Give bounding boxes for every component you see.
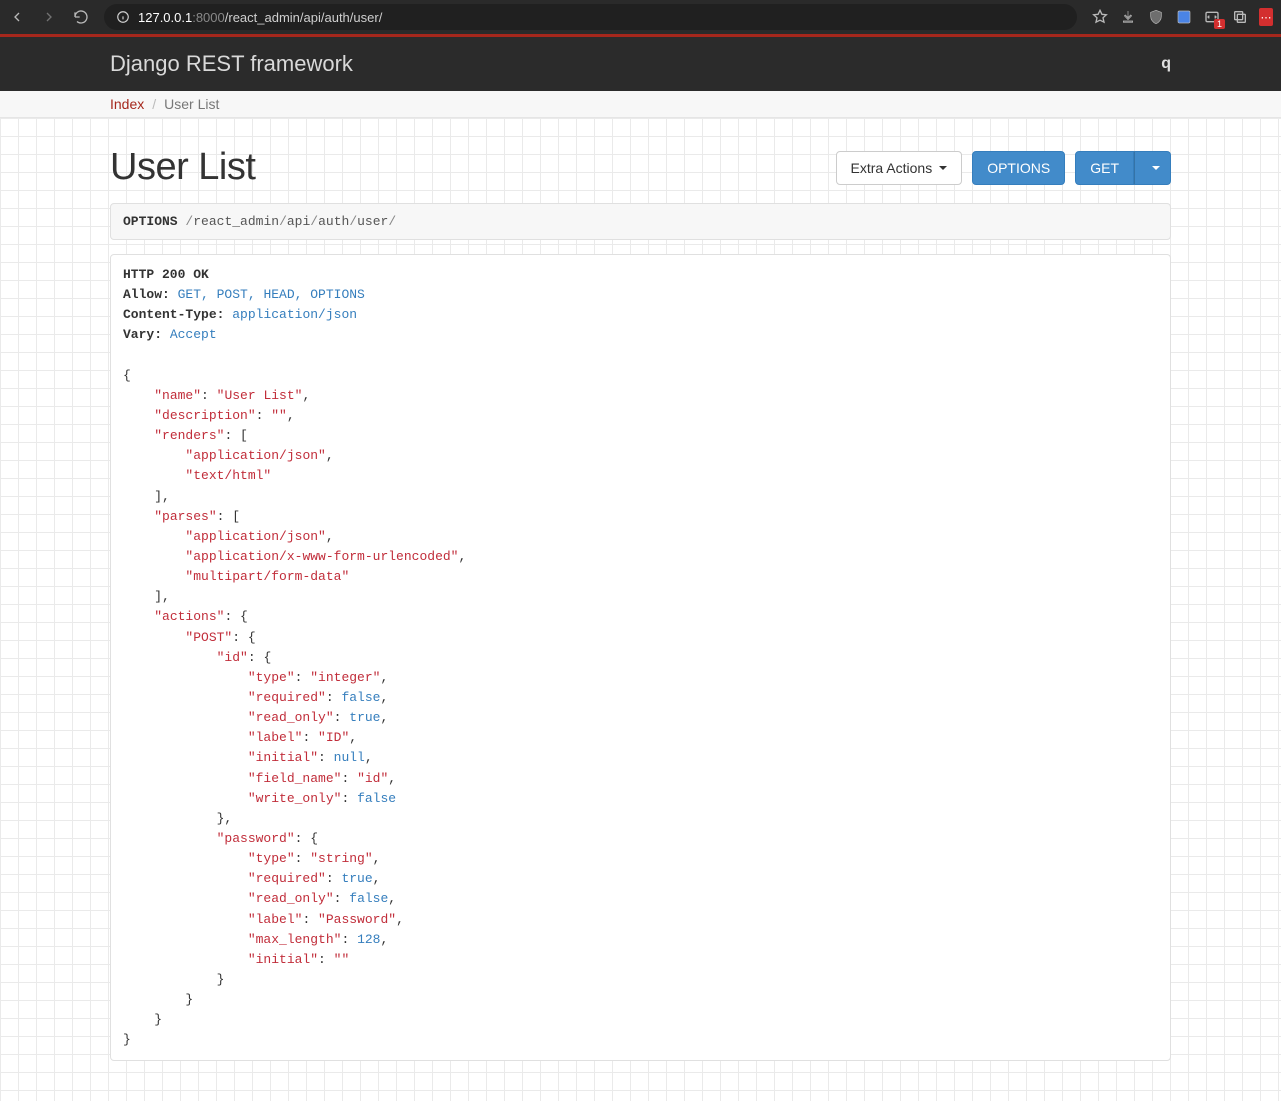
- request-path: /react_admin/api/auth/user/: [185, 214, 396, 229]
- request-line: OPTIONS /react_admin/api/auth/user/: [110, 203, 1171, 240]
- shield-icon[interactable]: [1147, 8, 1165, 26]
- options-button[interactable]: OPTIONS: [972, 151, 1065, 185]
- page-title: User List: [110, 146, 255, 189]
- translate-icon[interactable]: [1175, 8, 1193, 26]
- extra-actions-button[interactable]: Extra Actions: [836, 151, 963, 185]
- copy-icon[interactable]: [1231, 8, 1249, 26]
- breadcrumb-index[interactable]: Index: [110, 96, 144, 112]
- title-row: User List Extra Actions OPTIONS GET: [110, 118, 1171, 203]
- response-box: HTTP 200 OK Allow: GET, POST, HEAD, OPTI…: [110, 254, 1171, 1061]
- info-icon: [116, 10, 130, 24]
- user-menu[interactable]: q: [1161, 55, 1171, 73]
- breadcrumb-wrap: Index / User List: [0, 91, 1281, 118]
- address-bar[interactable]: 127.0.0.1:8000/react_admin/api/auth/user…: [104, 4, 1077, 30]
- extension-icons: 1 ⋯: [1091, 8, 1273, 26]
- download-icon[interactable]: [1119, 8, 1137, 26]
- caret-down-icon: [1152, 166, 1160, 170]
- get-button[interactable]: GET: [1075, 151, 1134, 185]
- breadcrumb-current: User List: [164, 96, 219, 112]
- reload-icon[interactable]: [72, 8, 90, 26]
- browser-chrome: 127.0.0.1:8000/react_admin/api/auth/user…: [0, 0, 1281, 34]
- url-text: 127.0.0.1:8000/react_admin/api/auth/user…: [138, 10, 382, 25]
- back-icon[interactable]: [8, 8, 26, 26]
- main-content: User List Extra Actions OPTIONS GET OPTI…: [0, 118, 1281, 1101]
- brand-header: Django REST framework q: [0, 37, 1281, 91]
- forward-icon[interactable]: [40, 8, 58, 26]
- get-button-group: GET: [1075, 151, 1171, 185]
- get-dropdown-button[interactable]: [1134, 151, 1171, 185]
- badge-count: 1: [1214, 19, 1225, 29]
- caret-down-icon: [939, 166, 947, 170]
- devtools-icon[interactable]: 1: [1203, 8, 1221, 26]
- brand-title[interactable]: Django REST framework: [110, 51, 353, 77]
- breadcrumb-sep: /: [152, 96, 156, 112]
- more-ext-icon[interactable]: ⋯: [1259, 8, 1273, 26]
- star-icon[interactable]: [1091, 8, 1109, 26]
- request-method: OPTIONS: [123, 214, 178, 229]
- breadcrumb: Index / User List: [110, 91, 1171, 117]
- extra-actions-label: Extra Actions: [851, 160, 933, 176]
